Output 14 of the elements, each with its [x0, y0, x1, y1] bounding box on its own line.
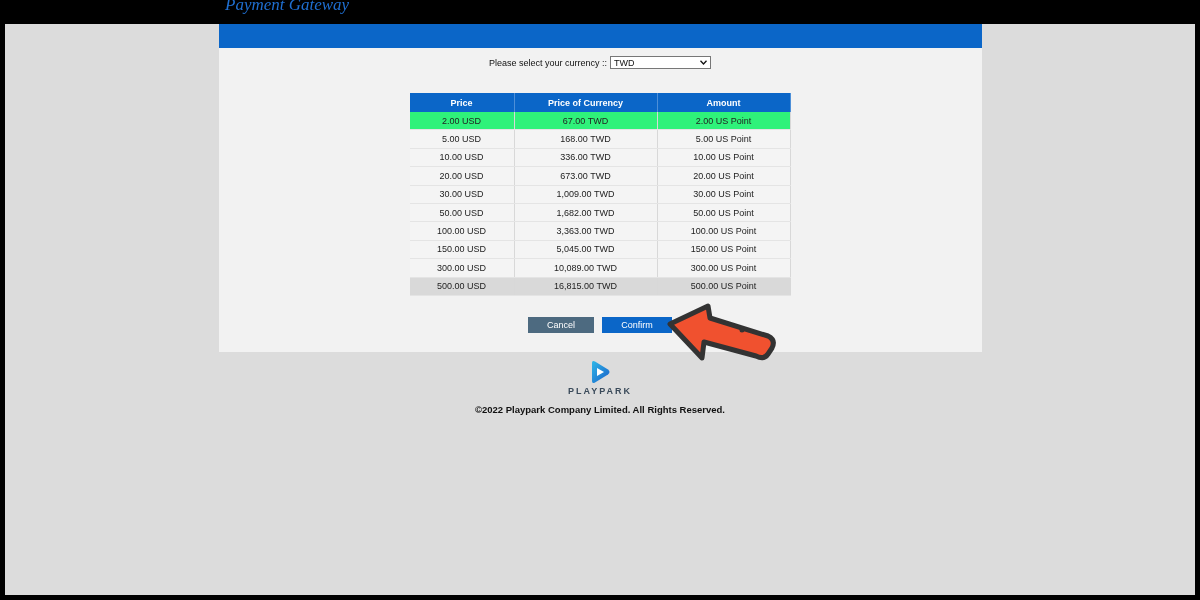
- copyright-text: ©2022 Playpark Company Limited. All Rights Reserved.: [474, 404, 725, 415]
- column-header: Price of Currency: [514, 93, 657, 112]
- play-logo-icon: [589, 360, 611, 384]
- column-header: Amount: [657, 93, 790, 112]
- currency-dropdown[interactable]: TWD: [610, 56, 712, 69]
- confirm-button[interactable]: Confirm: [602, 316, 672, 333]
- cancel-button[interactable]: Cancel: [528, 316, 594, 333]
- chevron-down-icon: [700, 60, 708, 65]
- table-cell[interactable]: 2.00 US Point: [657, 112, 790, 130]
- currency-label: Please select your currency ::: [488, 57, 608, 68]
- table-cell[interactable]: 2.00 USD: [409, 112, 514, 130]
- logo-text: PLAYPARK: [568, 386, 632, 396]
- table-cell[interactable]: 67.00 TWD: [514, 112, 657, 130]
- column-header: Price: [409, 93, 514, 112]
